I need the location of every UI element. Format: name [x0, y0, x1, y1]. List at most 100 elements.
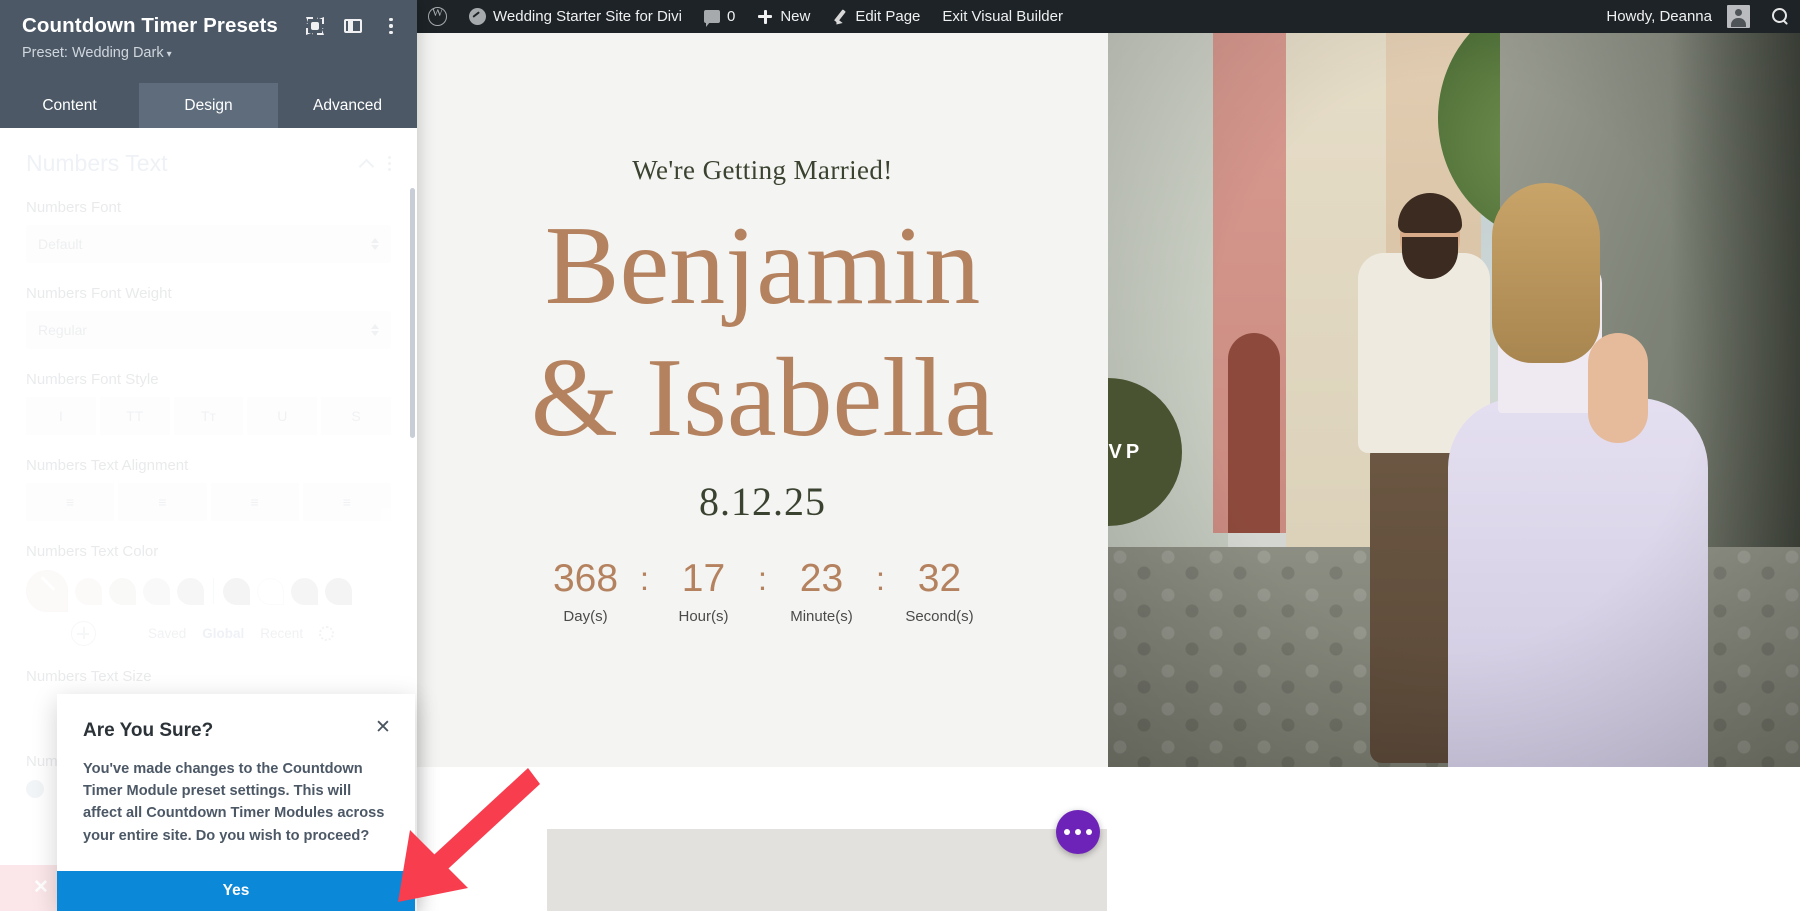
more-dot-2 [389, 24, 392, 27]
adminbar-comments[interactable]: 0 [693, 0, 746, 33]
pencil-icon [832, 9, 848, 25]
ellipsis-dot-2 [1075, 829, 1081, 835]
numbers-font-select[interactable]: Default [26, 225, 391, 263]
section-dot-2 [388, 162, 391, 165]
dialog-message: You've made changes to the Countdown Tim… [57, 742, 415, 847]
field-numbers-font-weight-label: Numbers Font Weight [26, 285, 391, 302]
wordpress-logo-icon [428, 7, 447, 26]
color-swatch-3[interactable] [143, 578, 170, 605]
close-x-icon[interactable]: ✕ [33, 878, 49, 897]
tab-content[interactable]: Content [0, 83, 139, 128]
field-numbers-font-label: Numbers Font [26, 199, 391, 216]
align-right-icon[interactable]: ≡ [211, 483, 299, 521]
add-color-icon[interactable] [71, 621, 96, 646]
panel-scrollbar[interactable] [410, 188, 415, 438]
divi-floating-menu-button[interactable] [1056, 810, 1100, 854]
more-options-icon[interactable] [380, 15, 402, 37]
panel-header-actions [304, 15, 402, 37]
confirm-dialog: Are You Sure? ✕ You've made changes to t… [57, 694, 415, 911]
preset-selector[interactable]: Preset: Wedding Dark▾ [22, 45, 395, 61]
countdown-minutes-label: Minute(s) [790, 608, 853, 625]
fullscreen-icon[interactable] [304, 15, 326, 37]
countdown-unit-hours: 17 Hour(s) [658, 559, 750, 625]
partial-color-dot[interactable] [26, 780, 44, 798]
color-tab-saved[interactable]: Saved [148, 626, 186, 641]
gear-icon[interactable] [319, 626, 334, 641]
align-left-icon[interactable]: ≡ [26, 483, 114, 521]
font-style-button-row: I TT Tᴛ U S [26, 397, 391, 435]
adminbar-site-name[interactable]: Wedding Starter Site for Divi [458, 0, 693, 33]
color-swatch-6[interactable] [257, 578, 284, 605]
adminbar-search[interactable] [1761, 0, 1800, 33]
smallcaps-icon[interactable]: Tᴛ [174, 397, 244, 435]
section-dot-1 [388, 156, 391, 159]
preset-selector-label: Preset: Wedding Dark [22, 45, 164, 61]
annotation-arrow-icon [390, 762, 540, 911]
section-more-icon[interactable] [388, 156, 391, 172]
hero-section: We're Getting Married! Benjamin & Isabel… [417, 33, 1800, 767]
italic-icon[interactable]: I [26, 397, 96, 435]
uppercase-icon[interactable]: TT [100, 397, 170, 435]
adminbar-new[interactable]: New [746, 0, 821, 33]
tab-advanced[interactable]: Advanced [278, 83, 417, 128]
eyedropper-swatch[interactable] [26, 570, 68, 612]
panel-bottom-fragment [0, 865, 62, 911]
color-swatch-controls: Saved Global Recent [0, 621, 417, 646]
hero-kicker: We're Getting Married! [632, 155, 892, 186]
field-numbers-text-alignment-label: Numbers Text Alignment [26, 457, 391, 474]
panel-layout-icon[interactable] [342, 15, 364, 37]
wedding-date: 8.12.25 [699, 478, 826, 525]
adminbar-edit-page-label: Edit Page [855, 8, 920, 25]
plus-icon [757, 9, 773, 25]
adminbar-exit-builder[interactable]: Exit Visual Builder [931, 0, 1074, 33]
adminbar-account[interactable]: Howdy, Deanna [1595, 0, 1761, 33]
field-numbers-font-style-label: Numbers Font Style [26, 371, 391, 388]
dashboard-icon [469, 8, 486, 25]
field-numbers-text-color: Numbers Text Color [0, 543, 417, 560]
couple-name-line2: & Isabella [531, 332, 994, 464]
adminbar-edit-page[interactable]: Edit Page [821, 0, 931, 33]
color-tab-global[interactable]: Global [202, 626, 244, 641]
color-swatch-7[interactable] [291, 578, 318, 605]
lower-section [417, 767, 1800, 911]
page-canvas: We're Getting Married! Benjamin & Isabel… [417, 33, 1800, 911]
hero-photo: RSVP [1108, 33, 1800, 767]
couple-name-line1: Benjamin [531, 200, 994, 332]
countdown-unit-seconds: 32 Second(s) [894, 559, 986, 625]
countdown-unit-days: 368 Day(s) [540, 559, 632, 625]
more-dot-1 [389, 18, 392, 21]
underline-icon[interactable]: U [247, 397, 317, 435]
chevron-up-icon[interactable] [360, 157, 374, 171]
confirm-yes-button[interactable]: Yes [57, 871, 415, 911]
close-icon[interactable]: ✕ [373, 718, 393, 738]
swatch-divider [213, 578, 214, 604]
color-swatch-4[interactable] [177, 578, 204, 605]
color-swatch-1[interactable] [75, 578, 102, 605]
adminbar-site-name-label: Wedding Starter Site for Divi [493, 8, 682, 25]
more-dot-3 [389, 31, 392, 34]
section-numbers-text-header[interactable]: Numbers Text [0, 128, 417, 177]
color-swatch-5[interactable] [223, 578, 250, 605]
adminbar-wp-logo[interactable] [417, 0, 458, 33]
numbers-font-weight-select[interactable]: Regular [26, 311, 391, 349]
strikethrough-icon[interactable]: S [321, 397, 391, 435]
field-numbers-font-style: Numbers Font Style I TT Tᴛ U S [0, 371, 417, 435]
screen-root: We're Getting Married! Benjamin & Isabel… [0, 0, 1800, 911]
ellipsis-dot-1 [1064, 829, 1070, 835]
hero-text-column: We're Getting Married! Benjamin & Isabel… [417, 33, 1108, 767]
tab-design[interactable]: Design [139, 83, 278, 128]
countdown-hours-label: Hour(s) [678, 608, 728, 625]
field-numbers-text-color-label: Numbers Text Color [26, 543, 391, 560]
countdown-timer: 368 Day(s) : 17 Hour(s) : 23 Minute(s) : [540, 559, 986, 625]
color-tab-recent[interactable]: Recent [260, 626, 303, 641]
spinner-icon [371, 238, 379, 250]
color-swatch-8[interactable] [325, 578, 352, 605]
search-icon [1772, 8, 1789, 25]
section-title: Numbers Text [26, 150, 167, 177]
countdown-separator-2: : [750, 559, 776, 595]
adminbar-comments-count: 0 [727, 8, 735, 25]
field-numbers-text-alignment: Numbers Text Alignment ≡ ≡ ≡ ≡ [0, 457, 417, 521]
align-justify-icon[interactable]: ≡ [303, 483, 391, 521]
color-swatch-2[interactable] [109, 578, 136, 605]
align-center-icon[interactable]: ≡ [118, 483, 206, 521]
